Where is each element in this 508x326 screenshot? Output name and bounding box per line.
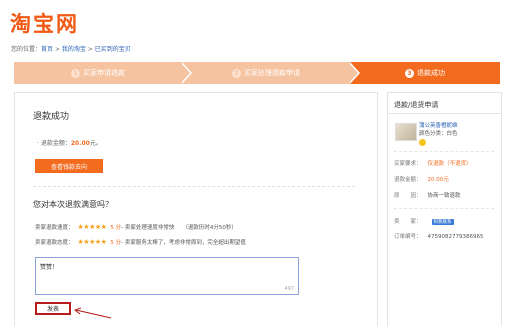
breadcrumb: 您的位置：首页 > 我的淘宝 > 已买到的宝贝 — [11, 44, 131, 53]
divider — [394, 208, 494, 209]
kv-value: 协商一致退款 — [427, 193, 461, 199]
amount-unit: 元。 — [89, 140, 102, 147]
rating-desc: - 卖家服务太棒了，考虑非常周到，完全超出期望值 — [121, 240, 246, 246]
arrow-pointer-icon — [73, 307, 112, 319]
refund-amount: · 退款金额：20.00元。 — [37, 138, 102, 147]
comment-text: 赞赞！ — [40, 264, 59, 271]
step-label: 买家申请退款 — [83, 69, 125, 77]
star-rating-speed[interactable]: ★★★★★ — [78, 223, 107, 231]
progress-steps: 1 买家申请退款 2 买家处理退款申请 3 退款成功 — [14, 62, 500, 84]
publish-button[interactable]: 发表 — [35, 302, 71, 315]
product-name[interactable]: 蒲公英香橙妮维 — [419, 122, 458, 130]
sidebar-title: 退款/退货申请 — [394, 101, 439, 109]
product-color: 颜色分类：白色 — [419, 131, 458, 137]
step-number: 1 — [71, 68, 80, 78]
breadcrumb-sep: > — [53, 46, 62, 53]
buyer-request-row: 买家要求： 仅退款（不退货） — [394, 159, 472, 167]
product-thumbnail[interactable] — [395, 123, 417, 141]
step-refund-success: 3 退款成功 — [350, 62, 500, 84]
kv-key: 买家要求： — [394, 161, 422, 167]
breadcrumb-prefix: 您的位置： — [11, 46, 42, 53]
star-rating-attitude[interactable]: ★★★★★ — [78, 238, 107, 246]
kv-value: 4759082779386965 — [427, 234, 484, 240]
step-arrow — [180, 62, 190, 84]
step-label: 买家处理退款申请 — [244, 69, 300, 77]
kv-value: 20.00元 — [427, 177, 449, 183]
step-number: 2 — [232, 68, 241, 78]
seller-row: 卖 家： 和我联系 — [394, 217, 454, 225]
step-label: 退款成功 — [417, 69, 445, 77]
divider — [388, 113, 501, 114]
page-title: 退款成功 — [33, 112, 70, 122]
breadcrumb-my-taobao[interactable]: 我的淘宝 — [62, 46, 86, 53]
kv-value: 仅退款（不退货） — [427, 161, 472, 167]
view-funds-button[interactable]: 查看钱款去向 — [35, 159, 103, 173]
breadcrumb-bought-items[interactable]: 已买到的宝贝 — [95, 46, 131, 53]
rating-speed: 卖家退款速度： ★★★★★ 5 分 - 卖家处理速度非常快 （退款历时4分50秒… — [35, 223, 237, 231]
kv-key: 原 因： — [394, 193, 422, 199]
amount-label: · 退款金额： — [37, 140, 71, 147]
char-counter: 497 — [284, 286, 294, 292]
taobao-logo[interactable]: 淘宝网 — [10, 8, 79, 38]
rating-score: 5 分 — [110, 225, 122, 231]
rating-score: 5 分 — [110, 240, 122, 246]
step-apply-refund: 1 买家申请退款 — [14, 62, 182, 84]
satisfaction-question: 您对本次退款满意吗？ — [33, 200, 113, 209]
product-info: 蒲公英香橙妮维 颜色分类：白色 — [419, 122, 458, 149]
step-seller-process: 2 买家处理退款申请 — [182, 62, 350, 84]
rating-note: （退款历时4分50秒） — [182, 225, 237, 231]
kv-key: 退款金额： — [394, 177, 422, 183]
rating-attitude: 卖家退款态度： ★★★★★ 5 分 - 卖家服务太棒了，考虑非常周到，完全超出期… — [35, 238, 246, 246]
refund-amount-row: 退款金额： 20.00元 — [394, 175, 449, 183]
breadcrumb-home[interactable]: 首页 — [41, 46, 53, 53]
reason-row: 原 因： 协商一致退款 — [394, 191, 461, 199]
kv-key: 卖 家： — [394, 219, 422, 225]
step-arrow — [348, 62, 358, 84]
guarantee-badge-icon — [419, 139, 426, 146]
breadcrumb-sep: > — [85, 46, 95, 53]
divider — [33, 186, 355, 187]
divider — [394, 151, 494, 152]
rating-label: 卖家退款态度： — [35, 240, 74, 246]
refund-detail-sidebar: 退款/退货申请 蒲公英香橙妮维 颜色分类：白色 买家要求： 仅退款（不退货） 退款… — [387, 92, 502, 326]
rating-label: 卖家退款速度： — [35, 225, 74, 231]
kv-key: 订单编号： — [394, 234, 422, 240]
order-number-row: 订单编号： 4759082779386965 — [394, 232, 484, 240]
amount-value: 20.00 — [70, 140, 90, 147]
contact-seller-badge[interactable]: 和我联系 — [431, 219, 454, 225]
refund-result-panel: 退款成功 · 退款金额：20.00元。 查看钱款去向 您对本次退款满意吗？ 卖家… — [14, 92, 378, 326]
rating-desc: - 卖家处理速度非常快 — [121, 225, 175, 231]
step-number: 3 — [405, 68, 414, 78]
comment-textarea[interactable]: 赞赞！ 497 — [35, 257, 299, 295]
